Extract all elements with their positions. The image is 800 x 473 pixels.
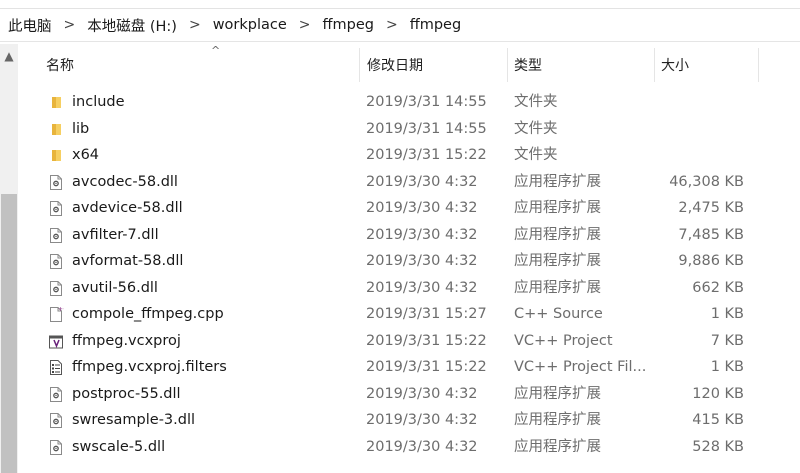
file-row[interactable]: swscale-5.dll 2019/3/30 4:32 应用程序扩展 528 KB [18, 434, 800, 461]
file-name: swscale-5.dll [72, 438, 166, 455]
dll-file-icon [48, 386, 64, 403]
breadcrumb-drive-h[interactable]: 本地磁盘 (H:) [83, 15, 181, 36]
cpp-file-icon: ++ [48, 306, 68, 323]
file-row[interactable]: postproc-55.dll 2019/3/30 4:32 应用程序扩展 120 K… [18, 381, 800, 408]
scrollbar-thumb[interactable] [1, 194, 17, 473]
vertical-scrollbar[interactable]: ▲ [0, 44, 18, 473]
column-divider[interactable] [654, 48, 655, 82]
filters-file-icon [48, 359, 64, 376]
file-date-modified: 2019/3/30 4:32 [366, 226, 478, 243]
file-size [578, 89, 744, 116]
file-type: 文件夹 [514, 147, 558, 163]
file-row[interactable]: avformat-58.dll 2019/3/30 4:32 应用程序扩展 9,886… [18, 248, 800, 275]
file-date-modified: 2019/3/30 4:32 [366, 200, 478, 216]
file-size: 46,308 KB [669, 173, 744, 190]
file-row[interactable]: swresample-3.dll 2019/3/30 4:32 应用程序扩展 415 … [18, 407, 800, 434]
file-name: avfilter-7.dll [72, 226, 159, 243]
file-date-modified: 2019/3/31 14:55 [366, 94, 487, 110]
folder-icon [48, 94, 64, 111]
column-header-row: ^ 名称 修改日期 类型 大小 [18, 44, 800, 86]
file-row[interactable]: ffmpeg.vcxproj.filters 2019/3/31 15:22 VC+… [18, 354, 800, 381]
file-row[interactable]: avcodec-58.dll 2019/3/30 4:32 应用程序扩展 46,308… [18, 169, 800, 196]
scroll-up-arrow-icon[interactable]: ▲ [0, 44, 18, 68]
file-row[interactable]: avdevice-58.dll 2019/3/30 4:32 应用程序扩展 2,475… [18, 195, 800, 222]
file-size: 2,475 KB [678, 200, 744, 216]
dll-file-icon [48, 412, 64, 429]
column-header-size[interactable]: 大小 [661, 44, 761, 86]
file-size: 662 KB [692, 279, 744, 296]
file-size: 415 KB [692, 412, 744, 428]
folder-icon [48, 147, 64, 164]
file-date-modified: 2019/3/30 4:32 [366, 279, 478, 296]
column-divider[interactable] [359, 48, 360, 82]
breadcrumb[interactable]: 此电脑 > 本地磁盘 (H:) > workplace > ffmpeg > f… [0, 9, 800, 42]
file-name: lib [72, 120, 90, 137]
file-date-modified: 2019/3/31 15:22 [366, 147, 487, 163]
file-date-modified: 2019/3/30 4:32 [366, 173, 478, 190]
file-list: include 2019/3/31 14:55 文件夹 lib 2019/3/31 14… [18, 89, 800, 460]
file-size [578, 116, 744, 143]
file-size [578, 142, 744, 169]
column-divider[interactable] [758, 48, 759, 82]
dll-file-icon [48, 200, 64, 217]
file-name: compole_ffmpeg.cpp [72, 306, 224, 322]
file-type: 文件夹 [514, 120, 558, 137]
file-size: 9,886 KB [678, 253, 744, 269]
file-name: ffmpeg.vcxproj [72, 332, 181, 349]
file-name: swresample-3.dll [72, 412, 196, 428]
file-row[interactable]: avutil-56.dll 2019/3/30 4:32 应用程序扩展 662 KB [18, 275, 800, 302]
file-date-modified: 2019/3/31 15:27 [366, 306, 487, 322]
file-date-modified: 2019/3/30 4:32 [366, 385, 478, 402]
dll-file-icon [48, 227, 64, 244]
chevron-right-icon[interactable]: > [56, 17, 84, 33]
file-size: 7 KB [710, 332, 744, 349]
file-date-modified: 2019/3/30 4:32 [366, 412, 478, 428]
svg-text:++: ++ [58, 306, 64, 313]
file-row[interactable]: x64 2019/3/31 15:22 文件夹 [18, 142, 800, 169]
file-name: postproc-55.dll [72, 385, 181, 402]
file-type: 文件夹 [514, 94, 558, 110]
file-name: ffmpeg.vcxproj.filters [72, 359, 227, 375]
chevron-right-icon[interactable]: > [291, 17, 319, 33]
file-row[interactable]: ++compole_ffmpeg.cpp2019/3/31 15:27C++ S… [18, 301, 800, 328]
file-name: avutil-56.dll [72, 279, 158, 296]
file-date-modified: 2019/3/31 15:22 [366, 359, 487, 375]
breadcrumb-this-pc[interactable]: 此电脑 [0, 15, 56, 36]
column-header-type[interactable]: 类型 [514, 44, 644, 86]
file-row[interactable]: include 2019/3/31 14:55 文件夹 [18, 89, 800, 116]
file-date-modified: 2019/3/30 4:32 [366, 253, 478, 269]
vcxproj-file-icon [48, 333, 64, 350]
file-date-modified: 2019/3/30 4:32 [366, 438, 478, 455]
file-date-modified: 2019/3/31 15:22 [366, 332, 487, 349]
column-divider[interactable] [507, 48, 508, 82]
dll-file-icon [48, 280, 64, 297]
breadcrumb-workplace[interactable]: workplace [209, 17, 291, 33]
file-row[interactable]: ffmpeg.vcxproj 2019/3/31 15:22 VC++ Projec… [18, 328, 800, 355]
column-header-name[interactable]: 名称 [46, 44, 356, 86]
file-size: 1 KB [710, 359, 744, 375]
file-size: 528 KB [692, 438, 744, 455]
window-top-edge [0, 0, 800, 9]
file-row[interactable]: lib 2019/3/31 14:55 文件夹 [18, 116, 800, 143]
column-header-date[interactable]: 修改日期 [367, 44, 507, 86]
breadcrumb-ffmpeg-current[interactable]: ffmpeg [406, 17, 465, 33]
file-name: include [72, 94, 125, 110]
dll-file-icon [48, 174, 64, 191]
dll-file-icon [48, 253, 64, 270]
chevron-right-icon[interactable]: > [378, 17, 406, 33]
file-name: avdevice-58.dll [72, 200, 183, 216]
file-row[interactable]: avfilter-7.dll 2019/3/30 4:32 应用程序扩展 7,485 … [18, 222, 800, 249]
file-name: avformat-58.dll [72, 253, 184, 269]
file-size: 1 KB [710, 306, 744, 322]
file-size: 7,485 KB [678, 226, 744, 243]
file-name: avcodec-58.dll [72, 173, 178, 190]
folder-icon [48, 121, 64, 138]
chevron-right-icon[interactable]: > [181, 17, 209, 33]
file-size: 120 KB [692, 385, 744, 402]
dll-file-icon [48, 439, 64, 456]
breadcrumb-ffmpeg-parent[interactable]: ffmpeg [319, 17, 378, 33]
file-name: x64 [72, 147, 100, 163]
file-date-modified: 2019/3/31 14:55 [366, 120, 487, 137]
